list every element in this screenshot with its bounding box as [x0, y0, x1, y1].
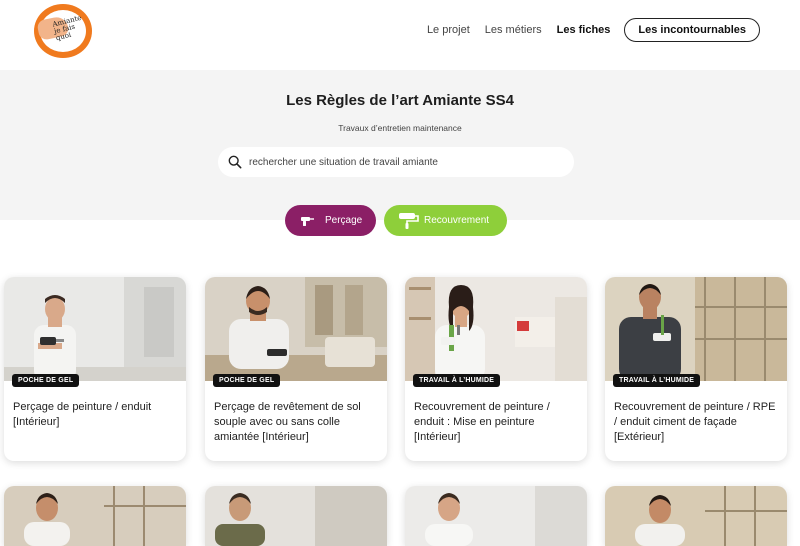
drill-icon: [299, 214, 317, 228]
fiche-card[interactable]: TRAVAIL À L’HUMIDE Recouvrement de peint…: [405, 277, 587, 461]
card-photo: [605, 486, 787, 546]
card-title[interactable]: Perçage de revêtement de sol souple avec…: [214, 400, 378, 445]
search-icon: [228, 155, 242, 169]
fiche-card[interactable]: [205, 486, 387, 546]
card-photo: [4, 486, 186, 546]
card-title[interactable]: Recouvrement de peinture / enduit : Mise…: [414, 400, 578, 445]
card-photo: [405, 277, 587, 381]
page-subtitle: Travaux d’entretien maintenance: [338, 123, 462, 133]
category-filters: Perçage Recouvrement: [285, 205, 507, 236]
hero-section: Les Règles de l’art Amiante SS4 Travaux …: [0, 70, 800, 220]
card-badge: TRAVAIL À L’HUMIDE: [613, 374, 701, 387]
filter-percage-label: Perçage: [325, 215, 363, 226]
filter-recouvrement-button[interactable]: Recouvrement: [384, 205, 507, 236]
card-photo: [4, 277, 186, 381]
filter-recouvrement-label: Recouvrement: [424, 215, 490, 226]
filter-percage-button[interactable]: Perçage: [285, 205, 376, 236]
nav-les-metiers[interactable]: Les métiers: [485, 24, 542, 36]
card-photo: [205, 486, 387, 546]
search-bar[interactable]: [218, 147, 574, 177]
fiche-card[interactable]: [405, 486, 587, 546]
main-nav: Le projet Les métiers Les fiches Les inc…: [412, 18, 760, 42]
fiche-card[interactable]: [605, 486, 787, 546]
site-logo[interactable]: Amiante je fais quoi: [34, 4, 92, 58]
les-incontournables-button[interactable]: Les incontournables: [624, 18, 760, 42]
search-input[interactable]: [249, 156, 549, 168]
paint-roller-icon: [398, 212, 419, 229]
card-badge: POCHE DE GEL: [213, 374, 281, 387]
site-header: Amiante je fais quoi Le projet Les métiers…: [0, 0, 800, 70]
nav-les-fiches[interactable]: Les fiches: [557, 24, 611, 36]
card-photo: [605, 277, 787, 381]
fiche-card[interactable]: TRAVAIL À L’HUMIDE Recouvrement de peint…: [605, 277, 787, 461]
card-badge: POCHE DE GEL: [12, 374, 80, 387]
nav-le-projet[interactable]: Le projet: [427, 24, 470, 36]
page-title: Les Règles de l’art Amiante SS4: [286, 92, 514, 109]
card-title[interactable]: Recouvrement de peinture / RPE / enduit …: [614, 400, 778, 445]
card-title[interactable]: Perçage de peinture / enduit [Intérieur]: [13, 400, 177, 430]
fiche-card[interactable]: [4, 486, 186, 546]
card-photo: [205, 277, 387, 381]
card-photo: [405, 486, 587, 546]
card-badge: TRAVAIL À L’HUMIDE: [413, 374, 501, 387]
fiche-card[interactable]: POCHE DE GEL Perçage de peinture / endui…: [4, 277, 186, 461]
fiche-card[interactable]: POCHE DE GEL Perçage de revêtement de so…: [205, 277, 387, 461]
